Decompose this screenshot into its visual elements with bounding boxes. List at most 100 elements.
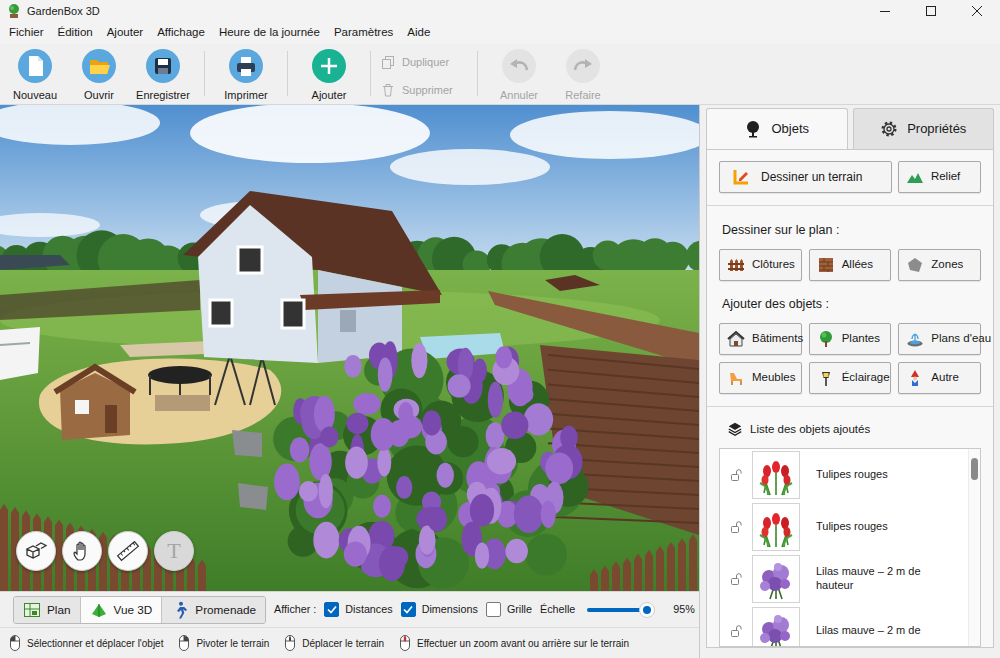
garden-scene-icon-part[interactable] <box>0 270 699 591</box>
garden-scene-icon-part[interactable] <box>548 370 699 383</box>
garden-scene-icon-part[interactable] <box>320 426 338 447</box>
draw-tool-button[interactable]: Allées <box>809 249 892 281</box>
garden-scene-icon-part[interactable] <box>525 534 567 576</box>
panel-tab[interactable]: Objets <box>706 108 848 149</box>
garden-scene-icon-part[interactable] <box>510 111 699 159</box>
garden-scene-icon-part[interactable] <box>344 355 361 378</box>
garden-scene-icon-part[interactable] <box>290 437 310 462</box>
garden-scene-icon-part[interactable] <box>345 446 368 478</box>
garden-scene-icon-part[interactable] <box>623 557 631 591</box>
garden-scene-icon-part[interactable] <box>431 462 463 494</box>
garden-scene-icon-part[interactable] <box>448 374 471 397</box>
garden-scene-icon-part[interactable] <box>601 565 609 591</box>
garden-scene-icon-part[interactable] <box>634 554 642 591</box>
garden-scene-icon-part[interactable] <box>473 358 487 382</box>
garden-scene-icon-part[interactable] <box>148 366 212 384</box>
add-object-button[interactable]: Bâtiments <box>719 323 802 355</box>
garden-scene-icon-part[interactable] <box>0 105 160 145</box>
panel-tab[interactable]: Propriétés <box>853 108 995 149</box>
garden-scene-icon-part[interactable] <box>198 559 206 591</box>
add-object-button[interactable]: Autre <box>898 362 981 394</box>
garden-scene-icon-part[interactable] <box>541 501 556 529</box>
garden-scene-icon-part[interactable] <box>353 393 380 415</box>
garden-scene-icon-part[interactable] <box>678 538 686 591</box>
garden-scene-icon-part[interactable] <box>377 448 391 477</box>
list-scrollbar-thumb[interactable] <box>971 458 978 480</box>
garden-scene-icon-part[interactable] <box>313 522 339 559</box>
garden-scene-icon-part[interactable] <box>686 240 699 272</box>
garden-scene-icon-part[interactable] <box>505 539 527 563</box>
draw-terrain-button[interactable]: Dessiner un terrain <box>719 161 892 193</box>
garden-scene-icon-part[interactable] <box>0 327 40 380</box>
garden-scene-icon-part[interactable] <box>105 405 117 433</box>
garden-scene-icon-part[interactable] <box>470 494 494 527</box>
menu-item[interactable]: Aide <box>400 22 437 43</box>
garden-scene-icon-part[interactable] <box>495 346 512 368</box>
display-option[interactable]: Dimensions <box>401 601 478 617</box>
garden-scene-icon-part[interactable] <box>0 255 70 270</box>
garden-scene-icon-part[interactable] <box>0 280 200 320</box>
garden-scene-icon-part[interactable] <box>238 247 262 273</box>
menu-item[interactable]: Ajouter <box>100 22 150 43</box>
view-mode-button[interactable]: Promenade <box>162 597 265 623</box>
garden-scene-icon-part[interactable] <box>645 550 653 591</box>
garden-scene-icon-part[interactable] <box>55 367 135 392</box>
garden-scene-icon-part[interactable] <box>190 105 430 163</box>
garden-scene-icon-part[interactable] <box>300 290 440 310</box>
garden-scene-icon-part[interactable] <box>0 504 697 591</box>
display-option[interactable]: Grille <box>486 601 532 617</box>
save-button[interactable]: Enregistrer <box>132 49 194 104</box>
garden-scene-icon-part[interactable] <box>548 355 699 369</box>
garden-scene-icon-part[interactable] <box>612 561 620 591</box>
garden-scene-icon-part[interactable] <box>524 403 553 435</box>
menu-item[interactable]: Édition <box>51 22 100 43</box>
garden-scene-icon-part[interactable] <box>155 395 210 411</box>
pan-tool-button[interactable] <box>62 531 102 571</box>
objects-tool-button[interactable] <box>16 531 56 571</box>
garden-scene-icon-part[interactable] <box>548 517 699 523</box>
list-scrollbar[interactable] <box>968 449 980 646</box>
garden-scene-icon-part[interactable] <box>656 546 664 591</box>
display-option[interactable]: Distances <box>324 601 392 617</box>
garden-scene-icon-part[interactable] <box>274 464 300 501</box>
garden-scene-icon-part[interactable] <box>487 448 516 474</box>
3d-view[interactable]: T <box>0 105 699 591</box>
garden-scene-icon-part[interactable] <box>340 310 356 332</box>
duplicate-button[interactable]: Dupliquer <box>381 54 467 71</box>
redo-button[interactable]: Refaire <box>552 49 614 104</box>
garden-scene-icon-part[interactable] <box>545 452 573 484</box>
garden-scene-icon-part[interactable] <box>232 430 268 510</box>
garden-scene-icon-part[interactable] <box>273 341 588 588</box>
undo-button[interactable]: Annuler <box>488 49 550 104</box>
garden-scene-icon-part[interactable] <box>390 149 550 185</box>
menu-item[interactable]: Affichage <box>150 22 212 43</box>
add-object-button[interactable]: Meubles <box>719 362 802 394</box>
garden-scene-icon-part[interactable] <box>373 495 391 518</box>
garden-scene-icon-part[interactable] <box>667 542 675 591</box>
garden-scene-icon-part[interactable] <box>488 382 503 418</box>
garden-scene-icon-part[interactable] <box>548 355 699 523</box>
view-mode-button[interactable]: Plan <box>14 597 81 623</box>
garden-scene-icon-part[interactable] <box>309 443 331 480</box>
minimize-button[interactable] <box>862 0 908 22</box>
garden-scene-icon-part[interactable] <box>210 300 232 326</box>
garden-scene-icon-part[interactable] <box>447 426 478 457</box>
garden-scene-icon-part[interactable] <box>378 358 393 392</box>
garden-scene-icon-part[interactable] <box>99 532 107 591</box>
add-object-button[interactable]: Plantes <box>809 323 892 355</box>
garden-scene-icon-part[interactable] <box>545 275 600 291</box>
garden-scene-icon-part[interactable] <box>0 343 30 345</box>
relief-button[interactable]: Relief <box>898 161 981 193</box>
garden-scene-icon-part[interactable] <box>396 476 412 499</box>
garden-scene-icon-part[interactable] <box>501 411 528 439</box>
add-object-button[interactable]: Plans d'eau <box>898 323 981 355</box>
garden-scene-icon-part[interactable] <box>590 569 598 591</box>
garden-scene-icon-part[interactable] <box>0 504 8 591</box>
garden-scene-icon-part[interactable] <box>422 410 441 435</box>
scale-slider-thumb[interactable] <box>639 602 655 618</box>
menu-item[interactable]: Fichier <box>2 22 51 43</box>
object-list-item[interactable]: Tulipes rouges <box>720 501 968 553</box>
close-button[interactable] <box>954 0 1000 22</box>
garden-scene-icon-part[interactable] <box>215 355 275 405</box>
add-object-button[interactable]: Éclairage <box>809 362 892 394</box>
